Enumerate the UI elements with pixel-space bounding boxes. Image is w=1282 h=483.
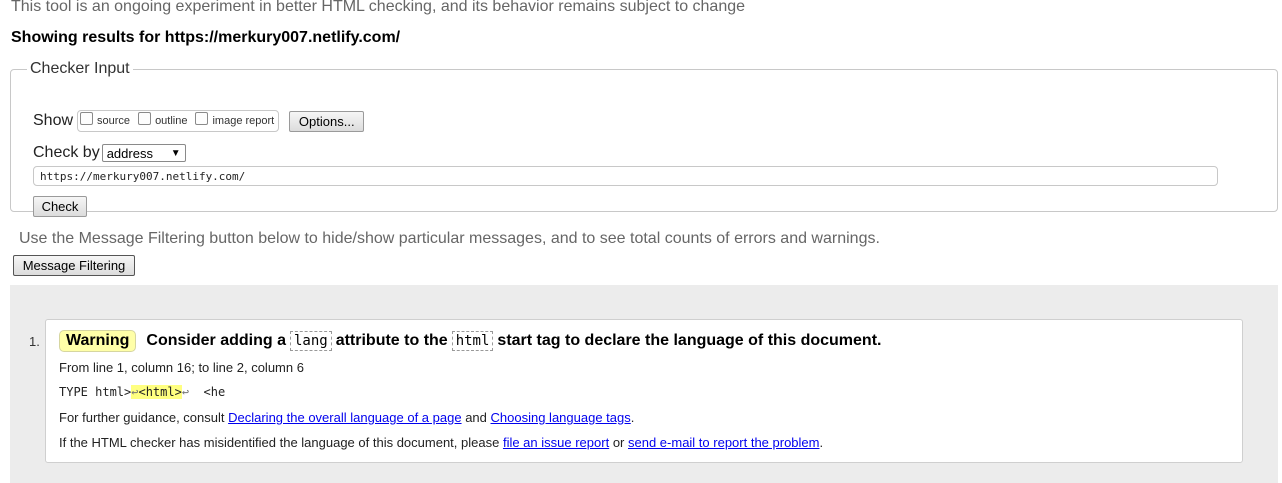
code-extract: TYPE html>↩<html>↩ <he bbox=[59, 385, 225, 399]
show-label: Show bbox=[33, 112, 74, 129]
source-checkbox-label: source bbox=[97, 115, 131, 127]
title-part: start tag to declare the language of thi… bbox=[497, 332, 882, 349]
intro-notice: This tool is an ongoing experiment in be… bbox=[11, 0, 746, 15]
checker-input-legend: Checker Input bbox=[30, 60, 130, 77]
extract-post: <he bbox=[189, 385, 226, 399]
image-report-checkbox-label: image report bbox=[212, 115, 275, 127]
send-email-link[interactable]: send e-mail to report the problem bbox=[628, 435, 819, 450]
source-checkbox[interactable]: source bbox=[80, 111, 131, 128]
outline-checkbox-label: outline bbox=[155, 115, 188, 127]
show-row: Show source outline image report Options… bbox=[33, 110, 365, 132]
file-issue-link[interactable]: file an issue report bbox=[503, 435, 609, 450]
misidentified-text: or bbox=[612, 435, 625, 450]
message-title: Warning Consider adding a lang attribute… bbox=[59, 330, 881, 352]
message-filtering-button[interactable]: Message Filtering bbox=[13, 255, 135, 276]
checker-input-fieldset: Checker Input Show source outline image … bbox=[10, 60, 1278, 217]
check-by-label: Check by bbox=[33, 144, 100, 161]
guidance-line: For further guidance, consult Declaring … bbox=[59, 410, 634, 425]
show-options-group: source outline image report bbox=[77, 110, 280, 132]
guidance-text: For further guidance, consult bbox=[59, 410, 225, 425]
guidance-text: and bbox=[465, 410, 487, 425]
misidentified-text: . bbox=[819, 435, 824, 450]
options-button[interactable]: Options... bbox=[289, 110, 365, 132]
lang-code: lang bbox=[289, 331, 332, 351]
check-button[interactable]: Check bbox=[33, 196, 87, 217]
misidentified-text: If the HTML checker has misidentified th… bbox=[59, 435, 500, 450]
checkbox-square[interactable] bbox=[138, 111, 152, 125]
guidance-text: . bbox=[630, 410, 635, 425]
warning-badge: Warning bbox=[59, 330, 137, 352]
check-by-row: Check by address ▼ bbox=[33, 144, 186, 162]
outline-checkbox[interactable]: outline bbox=[138, 111, 188, 128]
warning-message: Warning Consider adding a lang attribute… bbox=[45, 319, 1243, 463]
dropdown-arrow-icon: ▼ bbox=[170, 147, 181, 159]
checkbox-square[interactable] bbox=[80, 111, 94, 125]
filter-instructions: Use the Message Filtering button below t… bbox=[19, 230, 880, 247]
message-number: 1. bbox=[29, 334, 40, 349]
extract-highlight: <html> bbox=[138, 385, 182, 399]
check-by-value: address bbox=[106, 145, 153, 161]
url-input[interactable]: https://merkury007.netlify.com/ bbox=[33, 166, 1218, 186]
check-by-select[interactable]: address ▼ bbox=[101, 144, 186, 162]
message-location: From line 1, column 16; to line 2, colum… bbox=[59, 360, 304, 375]
title-part: attribute to the bbox=[335, 332, 448, 349]
line-feed-icon: ↩ bbox=[181, 385, 190, 399]
choosing-language-tags-link[interactable]: Choosing language tags bbox=[491, 410, 631, 425]
checkbox-square[interactable] bbox=[195, 111, 209, 125]
misidentified-line: If the HTML checker has misidentified th… bbox=[59, 435, 823, 450]
html-code: html bbox=[451, 331, 494, 351]
extract-pre: TYPE html> bbox=[59, 385, 132, 399]
results-heading: Showing results for https://merkury007.n… bbox=[11, 29, 401, 46]
image-report-checkbox[interactable]: image report bbox=[195, 111, 275, 128]
title-part: Consider adding a bbox=[146, 332, 286, 349]
declaring-language-link[interactable]: Declaring the overall language of a page bbox=[228, 410, 461, 425]
